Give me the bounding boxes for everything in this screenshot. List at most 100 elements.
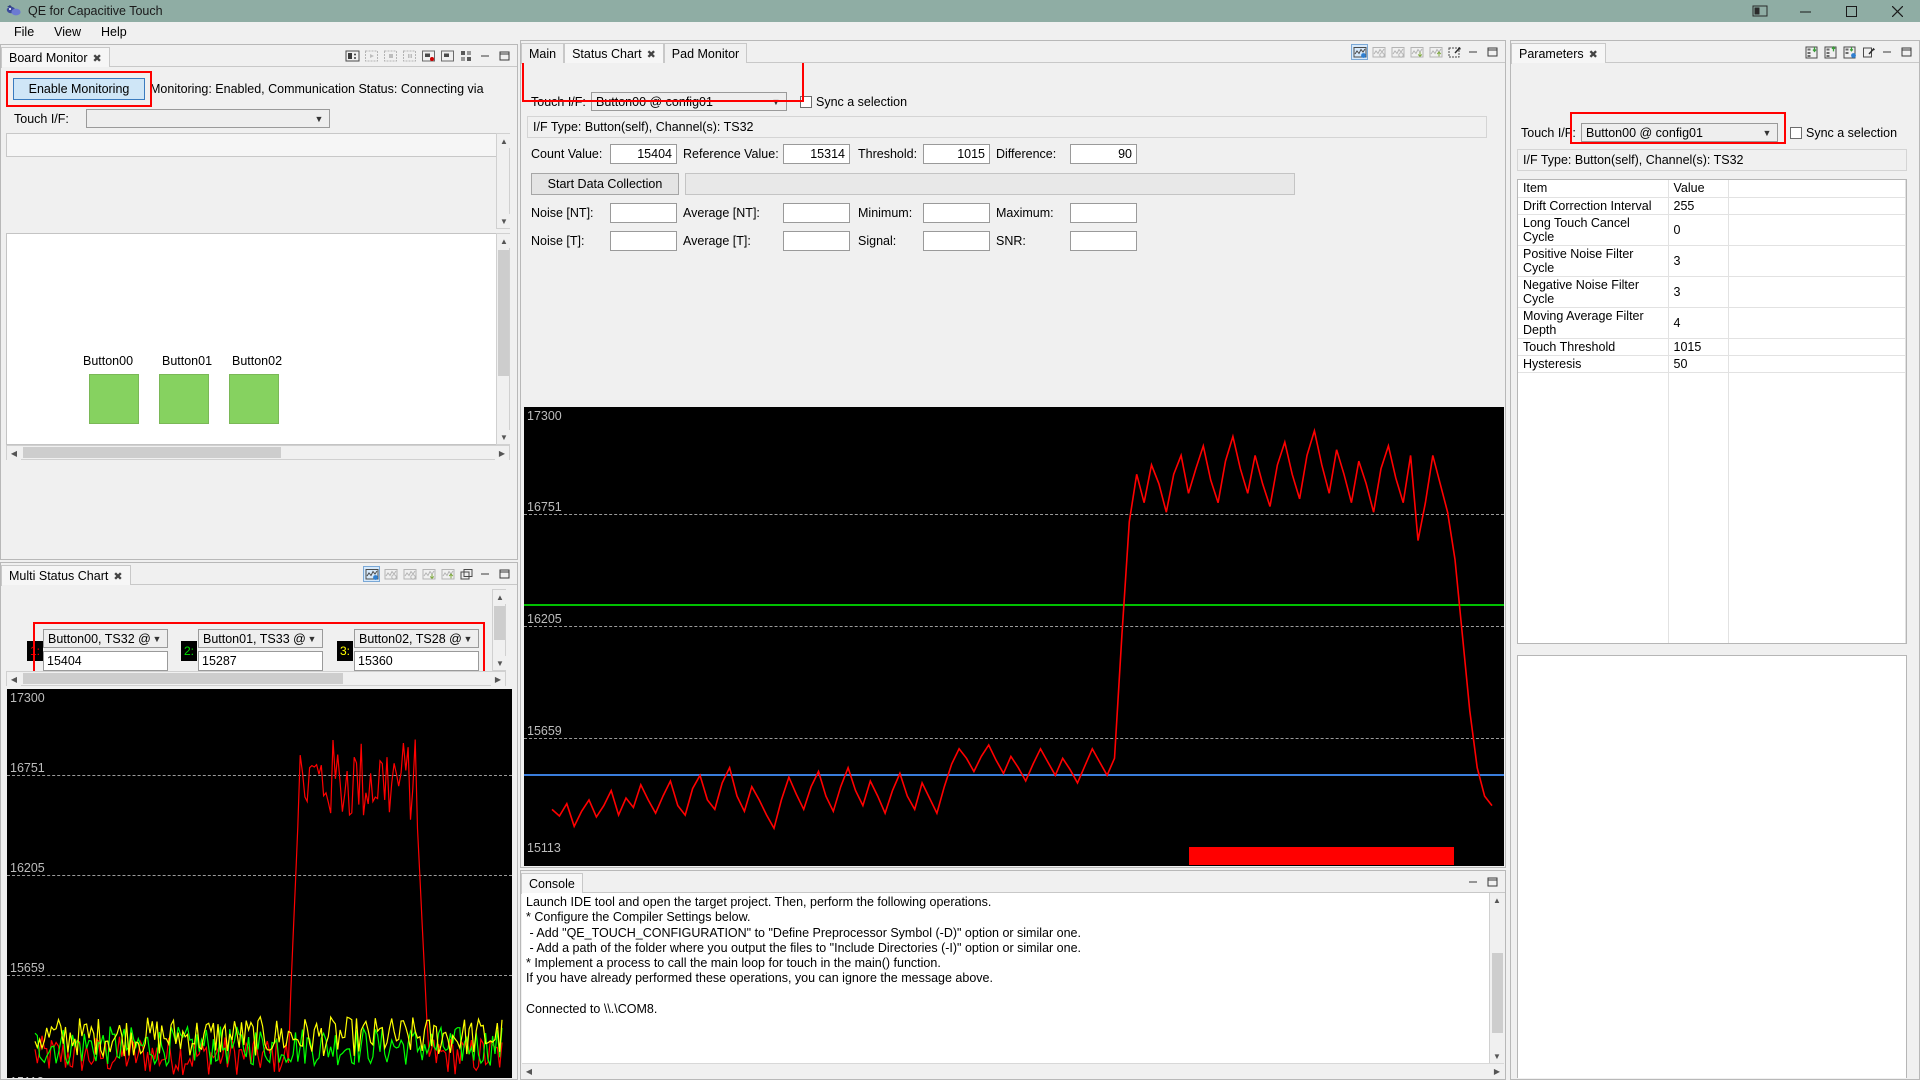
chart-zoom-out-icon[interactable] [382,566,399,582]
maximize-view-icon[interactable] [496,48,513,64]
table-row[interactable]: Moving Average Filter Depth 4 [1518,307,1906,339]
close-icon[interactable]: ✖ [647,48,656,61]
minimum-field[interactable] [923,203,990,223]
scroll-right-icon[interactable]: ▶ [1490,1064,1504,1078]
close-button[interactable] [1874,0,1920,22]
scroll-down-icon[interactable]: ▼ [497,214,511,228]
scroll-down-icon[interactable]: ▼ [1490,1049,1504,1063]
scroll-left-icon[interactable]: ◀ [522,1064,536,1078]
table-row[interactable]: Positive Noise Filter Cycle 3 [1518,245,1906,277]
channel-value-3[interactable]: 15360 [354,651,479,671]
param-touch-if-combo[interactable]: Button00 @ config01 ▼ [1581,123,1778,142]
param-refresh-icon[interactable] [1841,44,1858,60]
tab-main[interactable]: Main [521,43,565,64]
status-chart-canvas[interactable]: 17300 16751 16205 15659 15113 [524,407,1504,866]
chart-zoom-in-icon[interactable] [1389,44,1406,60]
hscroll-thumb[interactable] [23,673,343,684]
record-start-icon[interactable] [363,48,380,64]
chart-zoom-out-icon[interactable] [1370,44,1387,60]
scroll-down-icon[interactable]: ▼ [493,656,507,670]
param-export-icon[interactable] [1822,44,1839,60]
chart-snapshot-icon[interactable] [1446,44,1463,60]
scroll-up-icon[interactable]: ▲ [497,134,511,148]
snr-field[interactable] [1070,231,1137,251]
param-sync-selection[interactable]: Sync a selection [1790,126,1897,140]
pad-button02[interactable] [229,374,279,424]
scroll-left-icon[interactable]: ◀ [7,446,21,460]
start-data-collection-button[interactable]: Start Data Collection [531,173,679,195]
noise-nt-field[interactable] [610,203,677,223]
tab-multi-status-chart[interactable]: Multi Status Chart ✖ [1,565,131,586]
menu-file[interactable]: File [6,23,42,41]
scroll-right-icon[interactable]: ▶ [495,446,509,460]
noise-t-field[interactable] [610,231,677,251]
chart-export-icon[interactable] [420,566,437,582]
channel-value-2[interactable]: 15287 [198,651,323,671]
table-row[interactable]: Negative Noise Filter Cycle 3 [1518,276,1906,308]
chart-refresh-icon[interactable] [363,566,380,582]
console-hscrollbar[interactable]: ◀ ▶ [522,1063,1504,1078]
close-icon[interactable]: ✖ [1589,48,1598,61]
board-view-icon[interactable] [344,48,361,64]
tab-parameters[interactable]: Parameters ✖ [1511,43,1606,64]
tab-status-chart[interactable]: Status Chart ✖ [564,43,664,64]
param-edit-icon[interactable] [1860,44,1877,60]
scroll-up-icon[interactable]: ▲ [493,590,507,604]
maximize-button[interactable] [1828,0,1874,22]
maximize-view-icon[interactable] [496,566,513,582]
scroll-down-icon[interactable]: ▼ [497,430,511,444]
board-monitor-top-vscrollbar[interactable]: ▲ ▼ [496,133,511,229]
chart-import-icon[interactable] [1427,44,1444,60]
difference-field[interactable]: 90 [1070,144,1137,164]
table-row[interactable]: Touch Threshold 1015 [1518,338,1906,356]
status-sync-selection[interactable]: Sync a selection [800,95,907,109]
count-value-field[interactable]: 15404 [610,144,677,164]
scroll-left-icon[interactable]: ◀ [7,672,21,686]
table-row[interactable]: Hysteresis 50 [1518,355,1906,373]
console-vscrollbar[interactable]: ▲ ▼ [1489,893,1504,1063]
pad-canvas-hscrollbar[interactable]: ◀ ▶ [6,445,510,460]
vscroll-thumb[interactable] [498,250,509,376]
menu-view[interactable]: View [46,23,89,41]
channel-value-1[interactable]: 15404 [43,651,168,671]
enable-monitoring-button[interactable]: Enable Monitoring [13,78,145,100]
pad-button00[interactable] [89,374,139,424]
scroll-up-icon[interactable]: ▲ [497,234,511,248]
threshold-field[interactable]: 1015 [923,144,990,164]
chart-export-icon[interactable] [1408,44,1425,60]
close-icon[interactable]: ✖ [93,52,102,65]
chart-import-icon[interactable] [439,566,456,582]
menu-help[interactable]: Help [93,23,135,41]
chart-zoom-in-icon[interactable] [401,566,418,582]
tab-board-monitor[interactable]: Board Monitor ✖ [1,47,110,68]
status-sync-checkbox[interactable] [800,96,812,108]
minimize-view-icon[interactable] [1465,44,1482,60]
maximize-view-icon[interactable] [1484,44,1501,60]
table-row[interactable]: Drift Correction Interval 255 [1518,197,1906,215]
maximize-view-icon[interactable] [1898,44,1915,60]
chart-detach-icon[interactable] [458,566,475,582]
multi-channel-hscrollbar[interactable]: ◀ ▶ [6,671,506,686]
minimize-view-icon[interactable] [477,566,494,582]
minimize-view-icon[interactable] [1879,44,1896,60]
vscroll-thumb[interactable] [494,606,505,640]
param-import-icon[interactable] [1803,44,1820,60]
chart-refresh-icon[interactable] [1351,44,1368,60]
close-icon[interactable]: ✖ [113,570,122,583]
multi-channel-vscrollbar[interactable]: ▲ ▼ [492,589,507,671]
tab-pad-monitor[interactable]: Pad Monitor [663,43,748,64]
maximum-field[interactable] [1070,203,1137,223]
record-stop-icon[interactable] [382,48,399,64]
minimize-view-icon[interactable] [1465,874,1482,890]
channel-combo-1[interactable]: Button00, TS32 @ ▼ [43,629,168,648]
pad-canvas-vscrollbar[interactable]: ▲ ▼ [496,233,511,445]
param-sync-checkbox[interactable] [1790,127,1802,139]
average-t-field[interactable] [783,231,850,251]
signal-field[interactable] [923,231,990,251]
table-row[interactable]: Long Touch Cancel Cycle 0 [1518,214,1906,246]
record-settings-icon[interactable] [439,48,456,64]
board-touch-if-combo[interactable]: ▼ [86,109,330,128]
reference-value-field[interactable]: 15314 [783,144,850,164]
multi-status-chart-canvas[interactable]: 17300 16751 16205 15659 15113 [7,689,512,1078]
average-nt-field[interactable] [783,203,850,223]
